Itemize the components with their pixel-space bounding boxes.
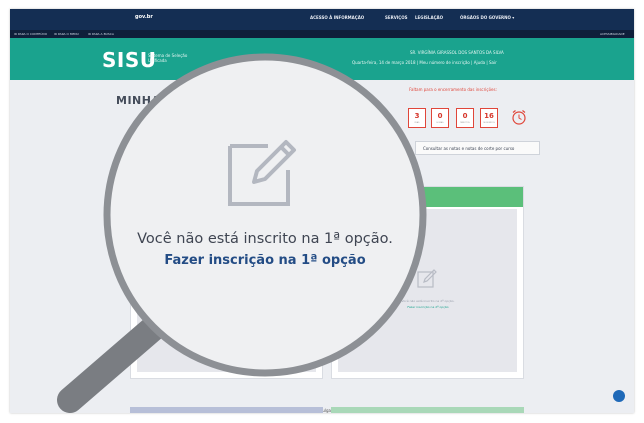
bottom-card-left (130, 407, 323, 413)
countdown-hours-unit: HORAS (436, 122, 444, 124)
gov-top-bar: gov.br ACESSO À INFORMAÇÃO SERVIÇOS LEGI… (10, 9, 634, 30)
countdown-days-unit: DIAS (414, 122, 420, 124)
edit-form-icon (228, 140, 296, 206)
header-status-line[interactable]: Quarta-feira, 14 de março 2018 | Meu núm… (352, 60, 497, 65)
countdown-minutes-unit: MINUTOS (460, 122, 470, 124)
gov-brand[interactable]: gov.br (135, 14, 153, 20)
countdown-seconds-value: 16 (484, 112, 494, 120)
countdown-minutes-value: 0 (462, 112, 468, 120)
countdown-minutes: 0 MINUTOS (456, 108, 474, 128)
gov-link-services[interactable]: SERVIÇOS (385, 15, 408, 20)
gov-link-agencies[interactable]: ÓRGÃOS DO GOVERNO ▾ (460, 15, 514, 20)
countdown-days-value: 3 (414, 112, 420, 120)
countdown-label: Faltam para o encerramento das inscriçõe… (409, 87, 497, 92)
magnifier-lens-content: Você não está inscrito na 1ª opção. Faze… (110, 60, 420, 370)
gov-link-access-info[interactable]: ACESSO À INFORMAÇÃO (310, 15, 364, 20)
option-1-enroll-link[interactable]: Fazer inscrição na 1ª opção (110, 253, 420, 268)
skip-to-content-link[interactable]: IR PARA O CONTEÚDO (14, 32, 47, 36)
gov-link-legislation[interactable]: LEGISLAÇÃO (415, 15, 443, 20)
accessibility-bar: IR PARA O CONTEÚDO IR PARA O MENU IR PAR… (10, 30, 634, 38)
skip-to-menu-link[interactable]: IR PARA O MENU (54, 32, 79, 36)
edit-form-icon (417, 269, 437, 288)
user-name: SR. VIRGÍNIA GIRASSOL DOS SANTOS DA SILV… (410, 50, 504, 55)
countdown-days: 3 DIAS (408, 108, 426, 128)
bottom-card-right (331, 407, 524, 413)
countdown-hours-value: 0 (437, 112, 443, 120)
sisu-logo-subtitle: Sistema de Seleção Unificada (148, 53, 188, 63)
countdown-seconds-unit: SEGUNDOS (483, 122, 495, 124)
alarm-clock-icon (512, 110, 526, 125)
skip-to-search-link[interactable]: IR PARA A BUSCA (88, 32, 114, 36)
option-1-status-text: Você não está inscrito na 1ª opção. (137, 231, 393, 247)
screenshot-stage: gov.br ACESSO À INFORMAÇÃO SERVIÇOS LEGI… (0, 0, 644, 423)
countdown-seconds: 16 SEGUNDOS (480, 108, 498, 128)
countdown-hours: 0 HORAS (431, 108, 449, 128)
chat-help-button[interactable] (613, 390, 625, 402)
accessibility-link[interactable]: ACESSIBILIDADE (600, 32, 625, 36)
check-scores-button[interactable]: Consultar as notas e notas de corte por … (415, 141, 540, 155)
